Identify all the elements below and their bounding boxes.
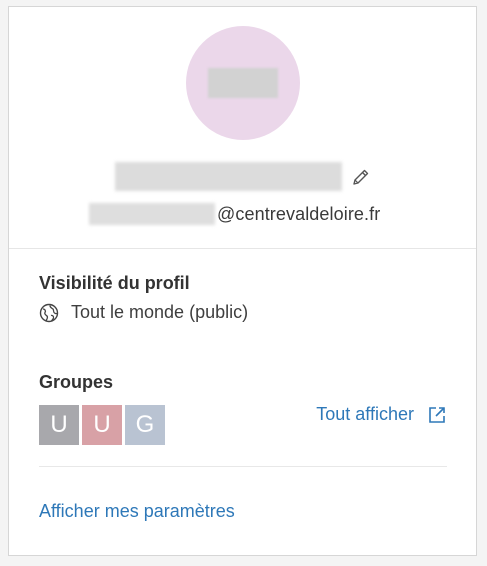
name-row [115, 162, 375, 192]
group-tile-letter: U [93, 411, 111, 438]
group-tile-3[interactable]: G [125, 405, 165, 445]
email-user-redacted [89, 203, 215, 225]
email-row: @centrevaldeloire.fr [89, 202, 380, 226]
visibility-row: Tout le monde (public) [39, 302, 248, 323]
group-tile-2[interactable]: U [82, 405, 122, 445]
groups-list: U U G [39, 405, 168, 445]
avatar [186, 26, 300, 140]
email-domain: @centrevaldeloire.fr [217, 203, 381, 224]
group-tile-1[interactable]: U [39, 405, 79, 445]
visibility-value: Tout le monde (public) [71, 302, 249, 322]
globe-icon [39, 303, 59, 322]
visibility-title: Visibilité du profil [39, 273, 190, 293]
groups-title: Groupes [39, 372, 114, 392]
group-tile-letter: U [50, 411, 68, 438]
view-all-groups-link[interactable]: Tout afficher [316, 404, 447, 425]
divider [39, 466, 447, 467]
view-all-label: Tout afficher [316, 404, 414, 424]
group-tile-letter: G [135, 411, 155, 438]
avatar-initials-redacted [208, 68, 278, 98]
pencil-icon[interactable] [351, 167, 371, 187]
profile-card: @centrevaldeloire.fr Visibilité du profi… [8, 6, 477, 556]
user-name-redacted [115, 162, 342, 191]
external-link-icon [429, 406, 445, 423]
profile-header: @centrevaldeloire.fr [9, 7, 476, 249]
settings-link[interactable]: Afficher mes paramètres [39, 501, 235, 522]
